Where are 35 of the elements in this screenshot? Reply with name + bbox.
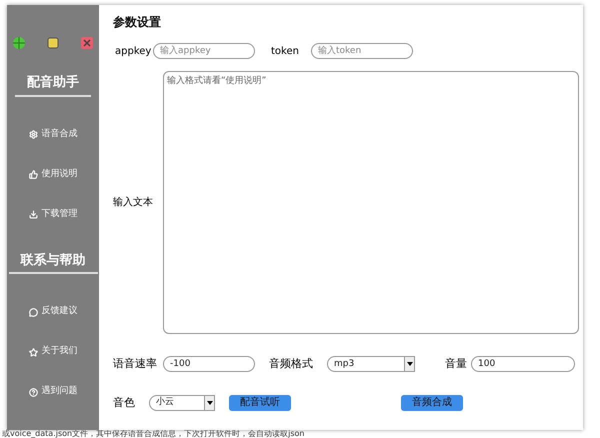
speed-input[interactable]: -100 <box>163 356 255 372</box>
token-input[interactable]: 输入token <box>311 43 413 59</box>
preview-button[interactable]: 配音试听 <box>229 394 291 411</box>
sidebar-heading: 配音助手 <box>15 73 91 96</box>
sidebar-heading: 联系与帮助 <box>8 250 98 274</box>
field-label: 输入文本 <box>113 196 154 210</box>
square-icon[interactable] <box>47 37 59 49</box>
panel-title: 参数设置 <box>113 14 162 31</box>
field-label: 音色 <box>113 394 136 410</box>
sidebar-item[interactable]: 语音合成 <box>28 114 78 154</box>
settings-icon <box>28 130 38 139</box>
field-label: appkey <box>115 44 152 58</box>
thumbs-up-icon <box>28 170 38 179</box>
field-label: 音量 <box>445 356 468 372</box>
sidebar-item[interactable]: 使用说明 <box>28 154 78 194</box>
speech-bubble-icon <box>28 308 38 316</box>
sidebar-item[interactable]: 下载管理 <box>28 194 78 234</box>
background-text: 或voice_data.json文件，其中保存语音合成信息，下次打开软件时，会自动读取json <box>2 430 306 438</box>
appkey-input[interactable]: 输入appkey <box>153 43 255 59</box>
close-icon[interactable] <box>81 37 93 49</box>
synthesize-button[interactable]: 音频合成 <box>401 394 463 411</box>
format-select[interactable]: mp3 <box>327 356 415 372</box>
field-label: token <box>271 44 300 58</box>
text-input[interactable]: 输入格式请看“使用说明” <box>163 71 579 334</box>
field-label: 音频格式 <box>269 356 314 372</box>
help-icon <box>28 388 38 396</box>
star-icon <box>28 348 38 356</box>
volume-input[interactable]: 100 <box>471 356 575 372</box>
sidebar-item[interactable]: 反馈建议 <box>28 292 78 332</box>
voice-select[interactable]: 小云 <box>149 394 215 411</box>
clover-icon[interactable] <box>13 37 25 49</box>
sidebar-item[interactable]: 遇到问题 <box>28 372 78 412</box>
download-icon <box>28 210 38 219</box>
sidebar-item[interactable]: 关于我们 <box>28 332 78 372</box>
field-label: 语音速率 <box>113 356 158 372</box>
